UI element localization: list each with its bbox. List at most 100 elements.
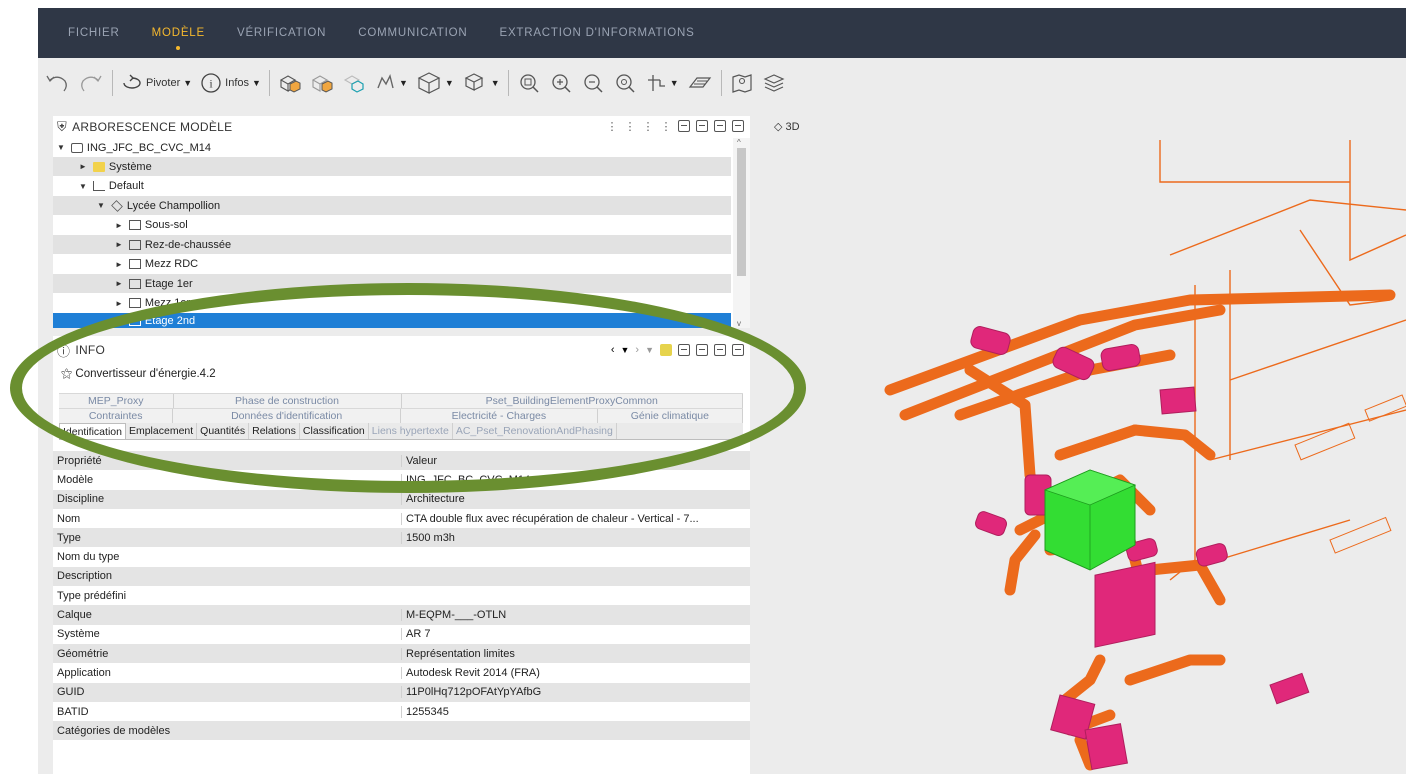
tab-electricite-charges[interactable]: Electricité - Charges bbox=[401, 409, 598, 423]
map-icon[interactable] bbox=[730, 68, 754, 98]
tab-emplacement[interactable]: Emplacement bbox=[126, 423, 198, 439]
table-row[interactable]: GUID 11P0lHq712pOFAtYpYAfbG bbox=[53, 682, 750, 702]
rotate-label: Pivoter bbox=[146, 77, 181, 89]
table-row[interactable]: Calque M-EQPM-___-OTLN bbox=[53, 605, 750, 625]
tree-item-mezz-rdc[interactable]: ► Mezz RDC bbox=[53, 255, 731, 274]
scroll-down-icon[interactable]: v bbox=[737, 319, 741, 328]
tree-view-icon[interactable]: ⋮ bbox=[606, 119, 618, 133]
collapse-all-icon[interactable] bbox=[696, 344, 708, 356]
column-header-valeur[interactable]: Valeur bbox=[401, 454, 741, 467]
collapse-triangle-icon: ► bbox=[115, 279, 123, 289]
duct-wireframe bbox=[1159, 140, 1406, 581]
tree-item-lycee[interactable]: ▼ Lycée Champollion bbox=[53, 196, 731, 216]
zoom-out-icon[interactable] bbox=[581, 68, 605, 98]
info-icon: ⓘ bbox=[57, 343, 71, 359]
table-row[interactable]: Catégories de modèles bbox=[53, 721, 750, 741]
tab-classification[interactable]: Classification bbox=[300, 423, 369, 439]
table-row[interactable]: BATID 1255345 bbox=[53, 702, 750, 721]
menu-verification[interactable]: VÉRIFICATION bbox=[237, 27, 326, 39]
viewport-3d[interactable] bbox=[790, 140, 1406, 774]
tree-item-systeme[interactable]: ► Système bbox=[53, 157, 731, 177]
column-header-propriete[interactable]: Propriété bbox=[53, 455, 401, 467]
rotate-icon bbox=[123, 74, 141, 89]
table-row[interactable]: Application Autodesk Revit 2014 (FRA) bbox=[53, 663, 750, 682]
transparency-icon[interactable]: ▼ bbox=[374, 68, 408, 98]
property-value: Autodesk Revit 2014 (FRA) bbox=[401, 666, 741, 679]
menu-communication[interactable]: COMMUNICATION bbox=[358, 27, 467, 39]
menu-fichier[interactable]: FICHIER bbox=[68, 27, 120, 39]
table-row[interactable]: Nom du type bbox=[53, 547, 750, 566]
panel-minimize-icon[interactable] bbox=[732, 344, 744, 356]
tree-scrollbar-thumb[interactable] bbox=[737, 148, 746, 276]
section-plane-icon[interactable] bbox=[687, 68, 713, 98]
tab-donnees-identification[interactable]: Données d'identification bbox=[173, 409, 401, 423]
tree-item-sous-sol[interactable]: ► Sous-sol bbox=[53, 216, 731, 235]
table-row[interactable]: Modèle ING_JFC_BC_CVC_M14 bbox=[53, 470, 750, 489]
table-row[interactable]: Type 1500 m3h bbox=[53, 528, 750, 548]
table-row[interactable]: Système AR 7 bbox=[53, 625, 750, 644]
tree-item-etage-1er[interactable]: ► Etage 1er bbox=[53, 274, 731, 294]
tab-liens-hypertexte[interactable]: Liens hypertexte bbox=[369, 423, 453, 439]
zoom-extent-icon[interactable] bbox=[517, 68, 541, 98]
tab-genie-climatique[interactable]: Génie climatique bbox=[598, 409, 743, 423]
collapse-level-icon[interactable] bbox=[714, 120, 726, 132]
zoom-window-icon[interactable] bbox=[613, 68, 637, 98]
tree-storey-view-icon[interactable]: ⋮ bbox=[624, 119, 636, 133]
tree-item-rdc[interactable]: ► Rez-de-chaussée bbox=[53, 235, 731, 255]
undo-icon[interactable] bbox=[44, 68, 70, 98]
property-name: Nom du type bbox=[57, 551, 120, 564]
panel-minimize-icon[interactable] bbox=[732, 120, 744, 132]
previous-icon[interactable]: ‹ bbox=[611, 344, 615, 356]
property-name: Nom bbox=[57, 512, 81, 525]
collapse-level-icon[interactable] bbox=[714, 344, 726, 356]
rotate-button[interactable]: Pivoter ▼ bbox=[121, 68, 192, 98]
menu-extraction[interactable]: EXTRACTION D'INFORMATIONS bbox=[499, 27, 694, 39]
property-name: Discipline bbox=[57, 493, 105, 506]
collapse-all-icon[interactable] bbox=[696, 120, 708, 132]
highlight-selection-icon[interactable] bbox=[660, 344, 672, 356]
expand-all-icon[interactable] bbox=[678, 120, 690, 132]
info-button[interactable]: i Infos ▼ bbox=[200, 68, 261, 98]
property-value: AR 7 bbox=[401, 628, 741, 641]
tree-item-label: Lycée Champollion bbox=[126, 199, 221, 212]
tab-ac-pset-renovation[interactable]: AC_Pset_RenovationAndPhasing bbox=[453, 423, 617, 439]
tree-scrollbar[interactable]: ^ v bbox=[733, 138, 750, 328]
selected-air-handling-unit[interactable] bbox=[1043, 469, 1137, 571]
table-row[interactable]: Discipline Architecture bbox=[53, 489, 750, 509]
expand-all-icon[interactable] bbox=[678, 344, 690, 356]
camera-view-icon[interactable]: ▼ bbox=[462, 68, 500, 98]
tree-item-mezz-1er[interactable]: ► Mezz 1er bbox=[53, 294, 731, 313]
tab-relations[interactable]: Relations bbox=[249, 423, 300, 439]
tree-item-default[interactable]: ▼ Default bbox=[53, 177, 731, 196]
tree-item-etage-2nd[interactable]: ► Etage 2nd bbox=[53, 313, 731, 328]
zoom-in-icon[interactable] bbox=[549, 68, 573, 98]
isolate-icon[interactable] bbox=[310, 68, 334, 98]
tab-mep-proxy[interactable]: MEP_Proxy bbox=[59, 394, 174, 408]
show-all-icon[interactable] bbox=[278, 68, 302, 98]
collapse-triangle-icon: ► bbox=[115, 240, 123, 250]
section-tool-icon[interactable]: ▼ bbox=[645, 68, 679, 98]
tree-system-view-icon[interactable]: ⋮ bbox=[660, 119, 672, 133]
history-dropdown-icon[interactable]: ▼ bbox=[620, 345, 629, 355]
table-row[interactable]: Type prédéfini bbox=[53, 586, 750, 605]
table-row[interactable]: Nom CTA double flux avec récupération de … bbox=[53, 509, 750, 528]
tab-pset-proxy-common[interactable]: Pset_BuildingElementProxyCommon bbox=[402, 394, 743, 408]
tab-phase-construction[interactable]: Phase de construction bbox=[174, 394, 402, 408]
scroll-up-icon[interactable]: ^ bbox=[737, 138, 741, 147]
hide-icon[interactable] bbox=[342, 68, 366, 98]
view-cube-icon[interactable]: ▼ bbox=[416, 68, 454, 98]
table-row[interactable]: Géométrie Représentation limites bbox=[53, 643, 750, 664]
tree-item-model[interactable]: ▼ ING_JFC_BC_CVC_M14 bbox=[53, 138, 731, 157]
table-row[interactable]: Description bbox=[53, 566, 750, 587]
redo-icon[interactable] bbox=[78, 68, 104, 98]
layers-icon[interactable] bbox=[762, 68, 786, 98]
menu-modele[interactable]: MODÈLE bbox=[152, 27, 205, 50]
next-dropdown-icon[interactable]: ▼ bbox=[645, 345, 654, 355]
tab-contraintes[interactable]: Contraintes bbox=[59, 409, 174, 423]
tree-layer-view-icon[interactable]: ⋮ bbox=[642, 119, 654, 133]
app-window: FICHIER MODÈLE VÉRIFICATION COMMUNICATIO… bbox=[38, 8, 1406, 774]
svg-text:i: i bbox=[210, 77, 214, 91]
tab-identification[interactable]: Identification bbox=[59, 423, 126, 439]
next-icon[interactable]: › bbox=[635, 344, 639, 356]
tab-quantites[interactable]: Quantités bbox=[197, 423, 250, 439]
